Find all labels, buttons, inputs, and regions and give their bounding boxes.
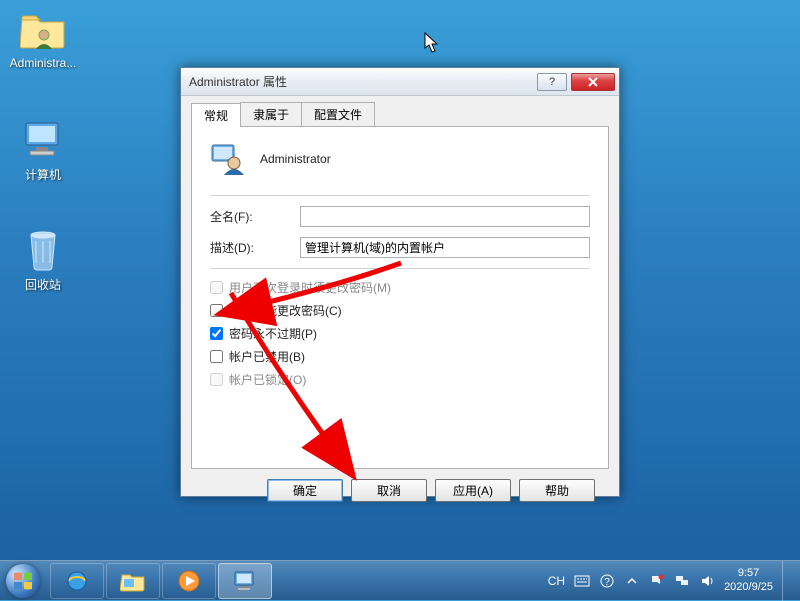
cancel-button[interactable]: 取消	[351, 479, 427, 502]
language-indicator[interactable]: CH	[548, 574, 565, 588]
close-button[interactable]	[571, 73, 615, 91]
apply-button[interactable]: 应用(A)	[435, 479, 511, 502]
checkbox-input	[210, 281, 223, 294]
volume-icon[interactable]	[699, 573, 715, 589]
action-center-icon[interactable]	[649, 573, 665, 589]
taskbar-clock[interactable]: 9:57 2020/9/25	[724, 567, 773, 595]
tray-expand-icon[interactable]	[624, 573, 640, 589]
ie-icon	[64, 568, 90, 594]
checkbox-must-change-password: 用户下次登录时须更改密码(M)	[210, 279, 590, 296]
help-button[interactable]: ?	[537, 73, 567, 91]
checkbox-account-disabled[interactable]: 帐户已禁用(B)	[210, 348, 590, 365]
separator	[210, 268, 590, 269]
help-button[interactable]: 帮助	[519, 479, 595, 502]
clock-time: 9:57	[738, 567, 759, 581]
dialog-button-row: 确定 取消 应用(A) 帮助	[191, 469, 609, 512]
desktop-icon-label: Administra...	[6, 56, 80, 70]
tab-general[interactable]: 常规	[191, 103, 241, 127]
properties-dialog: Administrator 属性 ? 常规 隶属于 配置文件 Administr	[180, 67, 620, 497]
network-icon[interactable]	[674, 573, 690, 589]
svg-text:?: ?	[604, 577, 610, 588]
start-button[interactable]	[0, 561, 46, 601]
separator	[210, 195, 590, 196]
desktop-icon-computer[interactable]: 计算机	[6, 116, 80, 183]
windows-logo-icon	[6, 564, 40, 598]
keyboard-icon[interactable]	[574, 573, 590, 589]
tab-page-general: Administrator 全名(F): 描述(D): 用户下次登录时须更改密码…	[191, 127, 609, 469]
close-icon	[587, 77, 599, 87]
dialog-titlebar[interactable]: Administrator 属性 ?	[181, 68, 619, 96]
clock-date: 2020/9/25	[724, 581, 773, 595]
taskbar: CH ? 9:57 2020/9/25	[0, 560, 800, 600]
tab-profile[interactable]: 配置文件	[301, 102, 375, 126]
tab-memberof[interactable]: 隶属于	[240, 102, 302, 126]
user-icon	[210, 141, 246, 177]
desktop-icon-label: 计算机	[6, 166, 80, 183]
media-player-icon	[177, 569, 201, 593]
tab-strip: 常规 隶属于 配置文件	[191, 102, 609, 127]
desktop-icon-recycle-bin[interactable]: 回收站	[6, 226, 80, 293]
taskbar-pin-mediaplayer[interactable]	[162, 563, 216, 599]
fullname-input[interactable]	[300, 206, 590, 227]
desktop: Administra... 计算机 回收站 Administrator 属性 ?…	[0, 0, 800, 600]
fullname-label: 全名(F):	[210, 208, 300, 225]
checkbox-input[interactable]	[210, 304, 223, 317]
taskbar-pin-ie[interactable]	[50, 563, 104, 599]
user-name: Administrator	[260, 152, 331, 166]
checkbox-cannot-change-password[interactable]: 用户不能更改密码(C)	[210, 302, 590, 319]
mouse-cursor-icon	[424, 32, 440, 54]
computer-icon	[19, 116, 67, 164]
taskbar-window-lusrmgr[interactable]	[218, 563, 272, 599]
description-label: 描述(D):	[210, 239, 300, 256]
desktop-icon-admin-folder[interactable]: Administra...	[6, 6, 80, 70]
checkbox-input[interactable]	[210, 327, 223, 340]
taskbar-pin-explorer[interactable]	[106, 563, 160, 599]
folder-icon	[120, 570, 146, 592]
ok-button[interactable]: 确定	[267, 479, 343, 502]
description-input[interactable]	[300, 237, 590, 258]
help-icon[interactable]: ?	[599, 573, 615, 589]
desktop-icon-label: 回收站	[6, 276, 80, 293]
checkbox-input[interactable]	[210, 350, 223, 363]
computer-mgmt-icon	[232, 569, 258, 593]
checkbox-input	[210, 373, 223, 386]
system-tray: CH ? 9:57 2020/9/25	[540, 561, 800, 601]
folder-user-icon	[19, 6, 67, 54]
checkbox-account-locked: 帐户已锁定(O)	[210, 371, 590, 388]
dialog-title: Administrator 属性	[189, 73, 537, 90]
checkbox-password-never-expires[interactable]: 密码永不过期(P)	[210, 325, 590, 342]
show-desktop-button[interactable]	[782, 561, 792, 601]
recycle-bin-icon	[19, 226, 67, 274]
